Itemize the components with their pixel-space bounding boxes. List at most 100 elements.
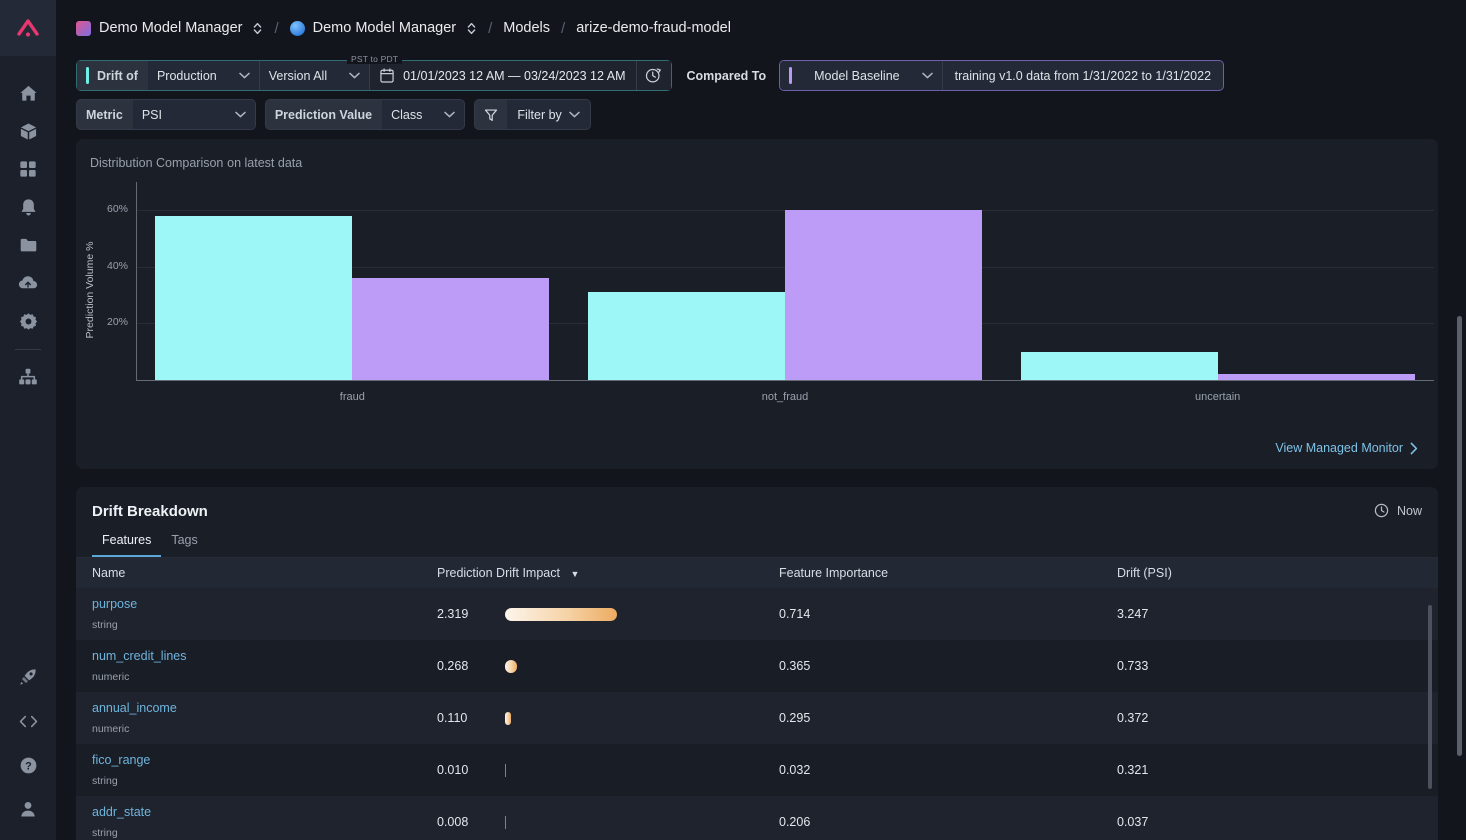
breadcrumb-model-name: arize-demo-fraud-model: [576, 20, 731, 36]
sidebar-item-settings[interactable]: [0, 302, 56, 340]
filter-row-secondary: Metric PSI Prediction Value Class Filter…: [76, 99, 1466, 130]
chart-bar-not_fraud-current[interactable]: [588, 292, 785, 380]
cell-drift-psi: 0.372: [1101, 692, 1438, 744]
sidebar-item-help[interactable]: ?: [0, 746, 56, 784]
sidebar-item-spaces[interactable]: [0, 358, 56, 396]
chevron-down-icon: [569, 111, 580, 118]
breadcrumb-org-label: Demo Model Manager: [99, 20, 243, 36]
now-button[interactable]: Now: [1374, 503, 1422, 518]
sidebar-item-dashboards[interactable]: [0, 150, 56, 188]
table-row[interactable]: addr_state string 0.008 0.206 0.037: [76, 796, 1438, 840]
feature-name-link[interactable]: purpose: [92, 597, 421, 611]
chevron-updown-icon[interactable]: [466, 21, 477, 36]
filter-by-button[interactable]: Filter by: [507, 100, 589, 129]
arize-logo-icon[interactable]: [0, 0, 56, 56]
feature-name-link[interactable]: annual_income: [92, 701, 421, 715]
left-sidebar: ?: [0, 0, 56, 840]
chart-bar-uncertain-current[interactable]: [1020, 351, 1218, 380]
chart-x-tick: uncertain: [1195, 391, 1241, 403]
calendar-icon: [380, 68, 394, 83]
prediction-value-label: Prediction Value: [265, 100, 383, 129]
sidebar-item-projects[interactable]: [0, 226, 56, 264]
cell-feature-importance: 0.295: [763, 692, 1101, 744]
tab-tags[interactable]: Tags: [161, 533, 207, 557]
page-scrollbar[interactable]: [1457, 316, 1462, 756]
drift-of-label: Drift of: [77, 61, 148, 90]
sidebar-item-account[interactable]: [0, 790, 56, 828]
chart-bar-fraud-baseline[interactable]: [352, 278, 550, 380]
breadcrumb-space-label: Demo Model Manager: [312, 20, 457, 36]
baseline-select[interactable]: Model Baseline: [780, 61, 942, 90]
chevron-down-icon: [349, 72, 360, 79]
prediction-value-value: Class: [391, 107, 423, 122]
date-range-value: 01/01/2023 12 AM — 03/24/2023 12 AM: [403, 68, 626, 83]
prediction-value-select[interactable]: Class: [382, 100, 465, 129]
distribution-chart: Prediction Volume % 20% 40% 60% fraud not_fr…: [76, 174, 1438, 412]
environment-value: Production: [156, 68, 217, 83]
feature-name-link[interactable]: addr_state: [92, 805, 421, 819]
chart-x-tick: not_fraud: [761, 391, 809, 403]
feature-name-link[interactable]: num_credit_lines: [92, 649, 421, 663]
tab-features[interactable]: Features: [92, 533, 162, 557]
now-label: Now: [1396, 503, 1422, 518]
breadcrumb-separator: /: [274, 19, 279, 37]
column-header-psi[interactable]: Drift (PSI): [1101, 558, 1438, 588]
svg-text:?: ?: [25, 760, 32, 772]
metric-select[interactable]: PSI: [132, 100, 255, 129]
filter-by-control: Filter by: [474, 99, 591, 130]
cell-drift-psi: 0.321: [1101, 744, 1438, 796]
metric-control: Metric PSI: [76, 99, 256, 130]
column-header-importance[interactable]: Feature Importance: [763, 558, 1101, 588]
table-row[interactable]: num_credit_lines numeric 0.268 0.365 0.733: [76, 640, 1438, 692]
column-header-name[interactable]: Name: [76, 558, 421, 588]
chart-x-axis: [136, 380, 1434, 381]
table-row[interactable]: fico_range string 0.010 0.032 0.321: [76, 744, 1438, 796]
breadcrumb-org[interactable]: Demo Model Manager: [76, 20, 263, 36]
table-header-row: Name Prediction Drift Impact ▼ Feature I…: [76, 558, 1438, 588]
cell-drift-impact: 2.319: [421, 588, 763, 640]
sidebar-nav: [0, 74, 56, 396]
feature-name-link[interactable]: fico_range: [92, 753, 421, 767]
org-avatar-icon: [76, 20, 91, 36]
version-select[interactable]: Version All: [259, 61, 370, 90]
cell-drift-impact: 0.010: [421, 744, 763, 796]
distribution-title-main: Distribution Comparison: [90, 156, 224, 170]
purple-accent-bar: [789, 67, 793, 84]
table-scrollbar[interactable]: [1428, 605, 1432, 789]
sidebar-item-rocket[interactable]: [0, 658, 56, 696]
environment-select[interactable]: Production: [147, 61, 259, 90]
timezone-button[interactable]: [636, 61, 671, 90]
breadcrumb-separator: /: [488, 19, 493, 37]
chevron-down-icon: [238, 72, 250, 79]
cell-feature-importance: 0.365: [763, 640, 1101, 692]
sidebar-item-code[interactable]: [0, 702, 56, 740]
column-header-impact[interactable]: Prediction Drift Impact ▼: [421, 558, 763, 588]
date-range-picker[interactable]: 01/01/2023 12 AM — 03/24/2023 12 AM: [370, 61, 636, 90]
sidebar-divider: [15, 349, 41, 350]
drift-of-text: Drift of: [97, 68, 138, 83]
breadcrumb-models-link[interactable]: Models: [503, 20, 550, 36]
baseline-value: Model Baseline: [814, 68, 900, 83]
space-avatar-icon: [289, 20, 305, 36]
sidebar-item-data-upload[interactable]: [0, 264, 56, 302]
baseline-group: Model Baseline training v1.0 data from 1…: [779, 60, 1225, 91]
cell-feature-name: purpose string: [76, 588, 421, 640]
cell-feature-name: num_credit_lines numeric: [76, 640, 421, 692]
feature-type-label: numeric: [92, 723, 130, 735]
sidebar-item-monitors[interactable]: [0, 188, 56, 226]
view-managed-monitor-link[interactable]: View Managed Monitor: [1275, 441, 1418, 455]
chart-bar-uncertain-baseline[interactable]: [1217, 374, 1415, 380]
feature-type-label: string: [92, 619, 118, 631]
chevron-updown-icon[interactable]: [252, 21, 263, 36]
sidebar-item-home[interactable]: [0, 74, 56, 112]
sidebar-item-models[interactable]: [0, 112, 56, 150]
drift-impact-bar: [505, 763, 506, 777]
table-row[interactable]: purpose string 2.319 0.714 3.247: [76, 588, 1438, 640]
chart-bar-not_fraud-baseline[interactable]: [785, 210, 982, 380]
breadcrumb-space[interactable]: Demo Model Manager: [289, 20, 477, 36]
chart-bar-fraud-current[interactable]: [155, 215, 353, 380]
chart-x-tick: fraud: [339, 391, 365, 403]
table-row[interactable]: annual_incomenumeric 0.110 0.295 0.372: [76, 692, 1438, 744]
cell-drift-impact: 0.110: [421, 692, 763, 744]
column-header-impact-label: Prediction Drift Impact: [437, 566, 560, 580]
